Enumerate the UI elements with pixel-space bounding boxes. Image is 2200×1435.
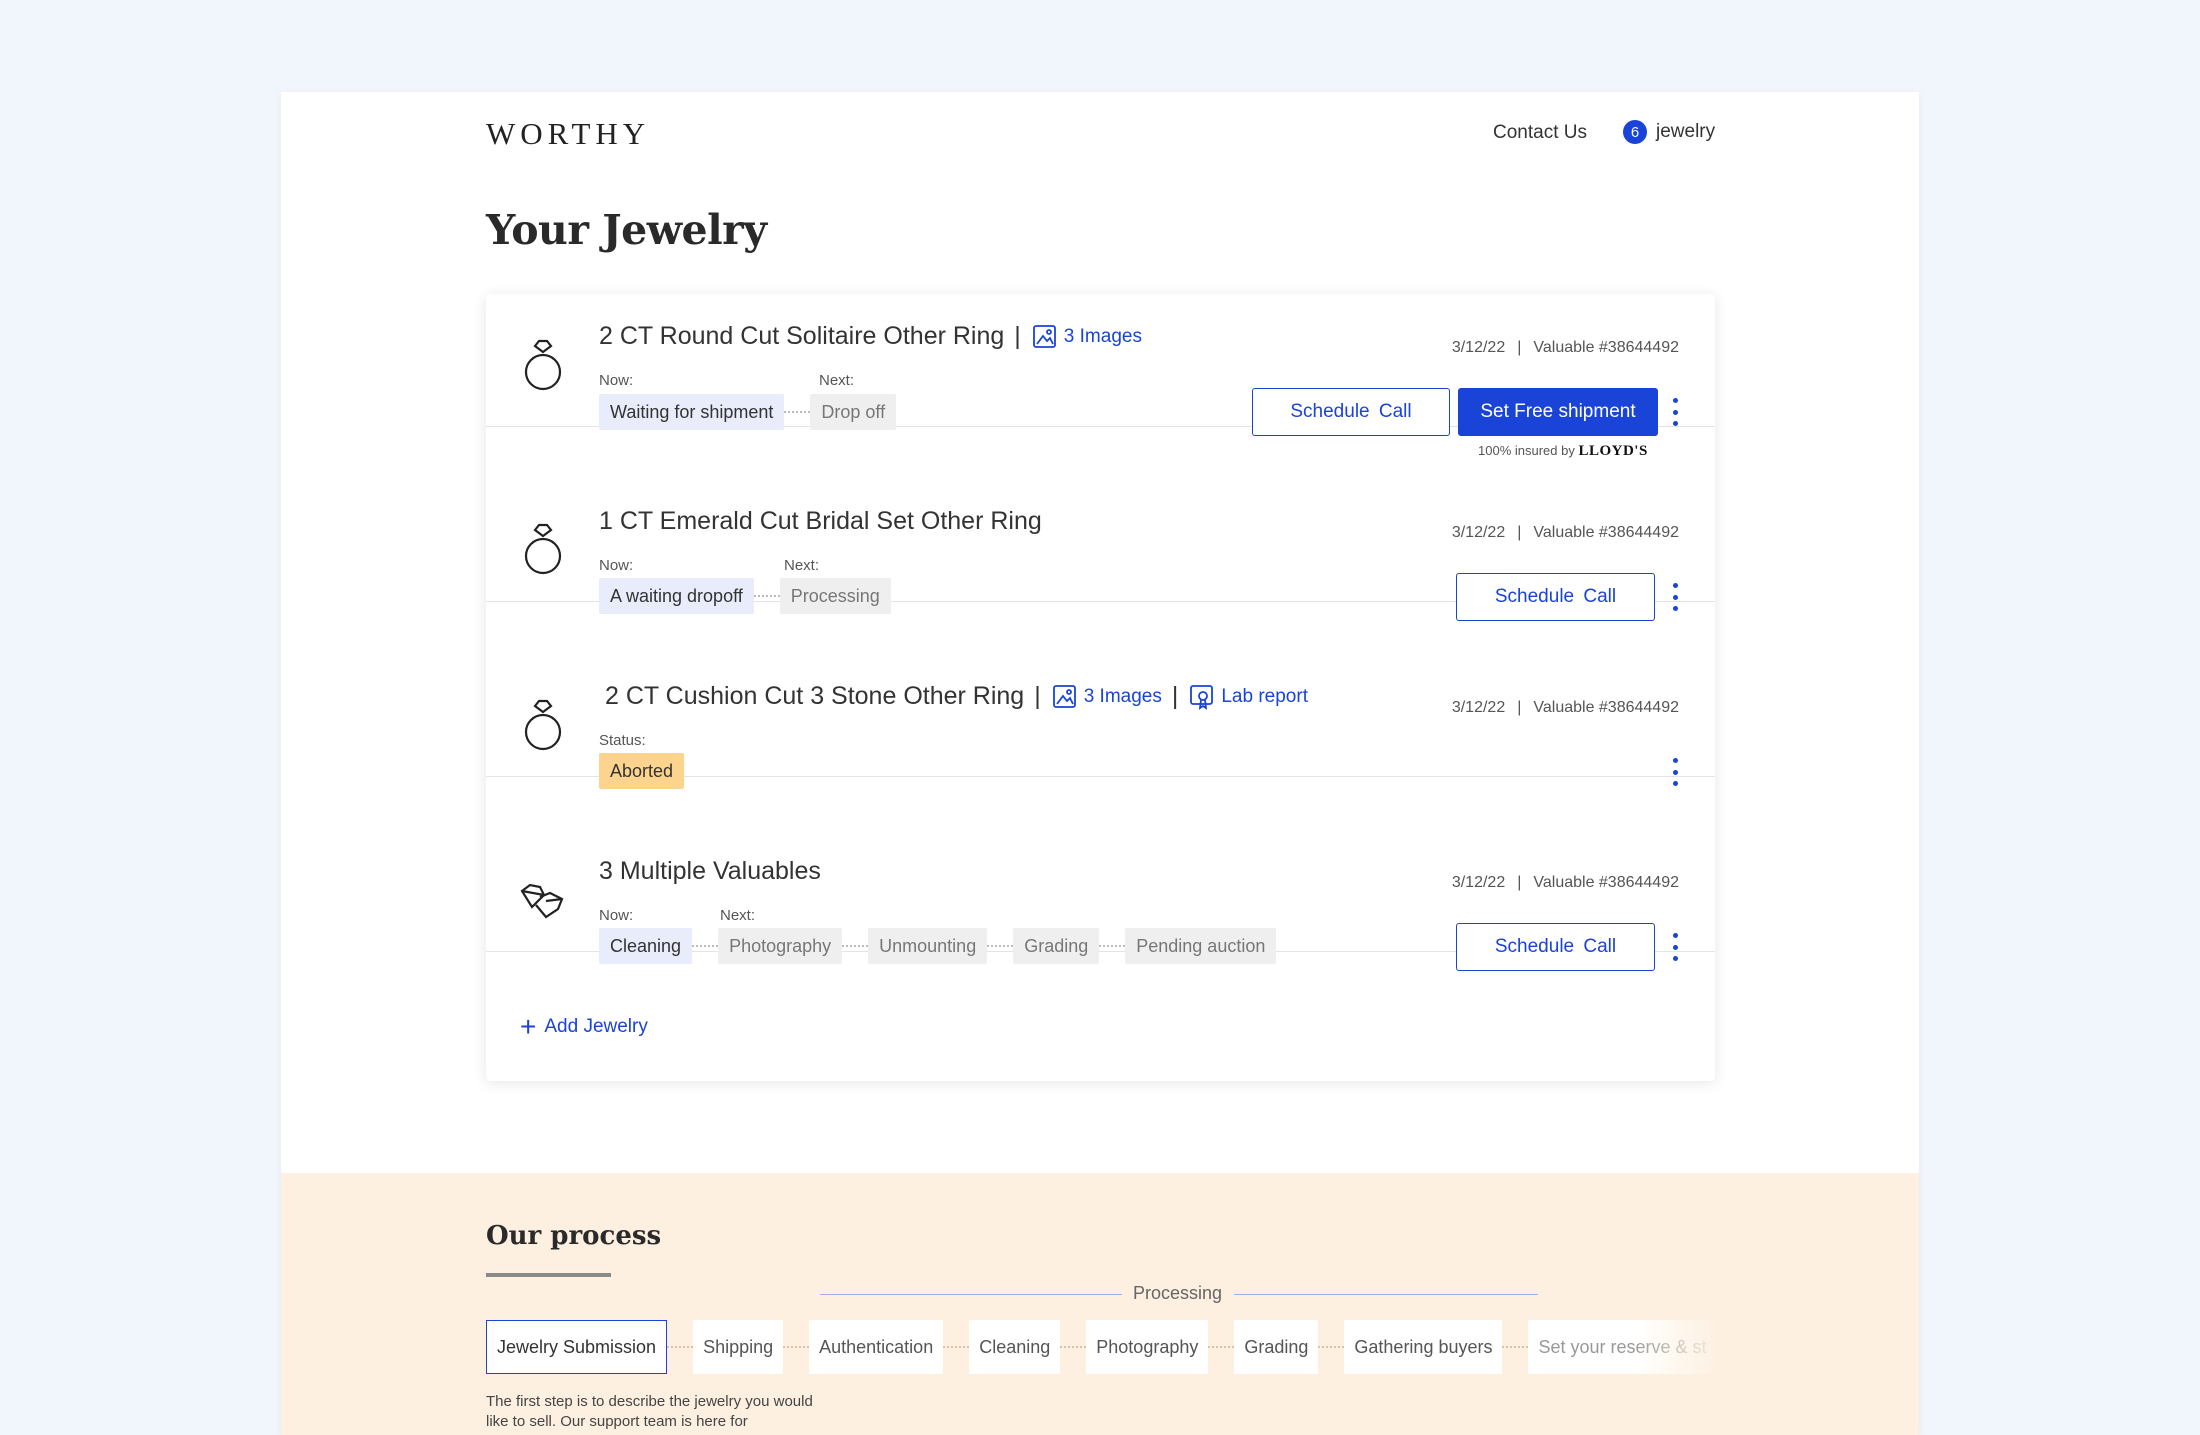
item-date: 3/12/22 [1451, 524, 1506, 541]
worthy-logo[interactable]: WORTHY [486, 116, 650, 152]
valuable-id: Valuable #38644492 [1533, 339, 1679, 356]
process-step-photography[interactable]: Photography [1086, 1320, 1209, 1374]
jewelry-count-label: jewelry [1656, 121, 1716, 142]
next-label: Next: [784, 557, 820, 574]
item-date: 3/12/22 [1451, 874, 1506, 891]
images-icon [1032, 325, 1056, 348]
images-icon [1052, 685, 1076, 708]
next-status-chip: Drop off [810, 394, 897, 430]
our-process-section: Our process Processing Jewelry Submissio… [281, 1173, 1919, 1435]
process-step-set-reserve[interactable]: Set your reserve & st [1528, 1320, 1721, 1374]
plus-icon: + [520, 1011, 537, 1042]
processing-divider [820, 1294, 1122, 1295]
jewelry-title[interactable]: 2 CT Round Cut Solitaire Other Ring [599, 322, 1004, 351]
images-link-label: 3 Images [1083, 685, 1162, 707]
images-link-label: 3 Images [1063, 325, 1142, 347]
page-container: WORTHY Contact Us 6 jewelry Your Jewelry… [281, 92, 1919, 1435]
valuable-id: Valuable #38644492 [1533, 874, 1679, 891]
process-description: The first step is to describe the jewelr… [486, 1393, 813, 1430]
process-step-authentication[interactable]: Authentication [809, 1320, 944, 1374]
page-title: Your Jewelry [486, 206, 767, 254]
separator: | [1171, 682, 1179, 710]
process-step-jewelry-submission[interactable]: Jewelry Submission [486, 1320, 668, 1374]
title-underline [486, 1273, 611, 1277]
add-jewelry-label: Add Jewelry [544, 1016, 648, 1037]
processing-label: Processing [1133, 1283, 1223, 1303]
add-jewelry-button[interactable]: + Add Jewelry [520, 1011, 648, 1042]
step-connector [692, 945, 719, 947]
step-connector [784, 411, 811, 413]
ring-icon [518, 520, 568, 580]
step-connector [783, 1346, 810, 1348]
jewelry-count-link[interactable]: 6 jewelry [1623, 120, 1715, 144]
separator: | [1014, 322, 1021, 350]
step-connector [1208, 1346, 1235, 1348]
now-label: Now: [599, 557, 634, 574]
step-connector [943, 1346, 970, 1348]
schedule-call-button[interactable]: Schedule Call [1456, 923, 1655, 971]
step-connector [1060, 1346, 1087, 1348]
jewelry-title[interactable]: 2 CT Cushion Cut 3 Stone Other Ring [605, 682, 1024, 711]
now-label: Now: [599, 907, 634, 924]
processing-divider [1234, 1294, 1538, 1295]
item-meta: 3/12/22 | Valuable #38644492 [1451, 874, 1679, 891]
jewelry-list-card: 2 CT Round Cut Solitaire Other Ring | 3 … [486, 294, 1715, 1081]
process-steps: Jewelry Submission Shipping Authenticati… [486, 1320, 1721, 1374]
status-steps: Cleaning Photography Unmounting Grading … [599, 928, 1277, 964]
status-label: Status: [599, 732, 646, 749]
valuable-id: Valuable #38644492 [1533, 524, 1679, 541]
contact-us-link[interactable]: Contact Us [1493, 122, 1587, 144]
now-status-chip: Cleaning [599, 928, 693, 964]
jewelry-row: 2 CT Cushion Cut 3 Stone Other Ring | 3 … [486, 602, 1715, 789]
lab-report-label: Lab report [1221, 685, 1308, 707]
jewelry-title[interactable]: 3 Multiple Valuables [599, 857, 821, 886]
step-connector [1318, 1346, 1345, 1348]
item-meta: 3/12/22 | Valuable #38644492 [1451, 524, 1679, 541]
separator: | [1034, 682, 1041, 710]
next-status-chip: Unmounting [868, 928, 988, 964]
process-step-shipping[interactable]: Shipping [693, 1320, 784, 1374]
jewelry-title[interactable]: 1 CT Emerald Cut Bridal Set Other Ring [599, 507, 1042, 536]
next-label: Next: [720, 907, 756, 924]
jewelry-row: 1 CT Emerald Cut Bridal Set Other Ring 3… [486, 427, 1715, 621]
step-connector [753, 595, 780, 597]
item-date: 3/12/22 [1451, 699, 1506, 716]
step-connector [987, 945, 1014, 947]
diamonds-icon [518, 877, 568, 937]
process-step-cleaning[interactable]: Cleaning [969, 1320, 1061, 1374]
item-meta: 3/12/22 | Valuable #38644492 [1451, 699, 1679, 716]
item-date: 3/12/22 [1451, 339, 1506, 356]
lab-report-link[interactable]: Lab report [1188, 683, 1308, 710]
images-link[interactable]: 3 Images [1051, 683, 1162, 710]
kebab-menu-icon[interactable] [1671, 398, 1679, 426]
now-label: Now: [599, 372, 634, 389]
jewelry-row: 2 CT Round Cut Solitaire Other Ring | 3 … [486, 294, 1715, 459]
jewelry-row: 3 Multiple Valuables 3/12/22 | Valuable #3… [486, 777, 1715, 971]
next-status-chip: Photography [718, 928, 843, 964]
step-connector [667, 1346, 694, 1348]
images-link[interactable]: 3 Images [1031, 323, 1142, 350]
ring-icon [518, 336, 568, 396]
step-connector [842, 945, 869, 947]
next-status-chip: Grading [1013, 928, 1100, 964]
item-meta: 3/12/22 | Valuable #38644492 [1451, 339, 1679, 356]
jewelry-count-badge: 6 [1623, 120, 1647, 144]
next-status-chip: Pending auction [1125, 928, 1277, 964]
now-status-chip: Waiting for shipment [599, 394, 785, 430]
ring-icon [518, 696, 568, 756]
status-steps: Waiting for shipment Drop off [599, 394, 897, 430]
process-step-gathering-buyers[interactable]: Gathering buyers [1344, 1320, 1503, 1374]
kebab-menu-icon[interactable] [1671, 933, 1679, 961]
valuable-id: Valuable #38644492 [1533, 699, 1679, 716]
next-label: Next: [819, 372, 855, 389]
step-connector [1099, 945, 1126, 947]
process-step-grading[interactable]: Grading [1234, 1320, 1319, 1374]
step-connector [1502, 1346, 1529, 1348]
certificate-icon [1190, 685, 1214, 710]
process-title: Our process [486, 1221, 662, 1251]
